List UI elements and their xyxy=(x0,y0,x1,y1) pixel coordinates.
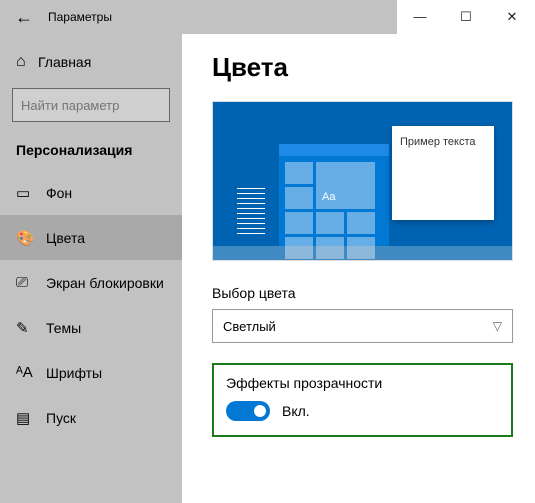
effects-title: Эффекты прозрачности xyxy=(226,375,499,391)
maximize-button[interactable]: ☐ xyxy=(443,0,489,34)
home-icon: ⌂ xyxy=(16,53,38,71)
sidebar-item-label: Цвета xyxy=(46,230,85,246)
back-button[interactable]: ← xyxy=(0,7,48,28)
lockscreen-icon: ⎚ xyxy=(16,274,46,291)
sidebar-item-background[interactable]: ▭ Фон xyxy=(0,170,182,215)
sidebar-item-label: Шрифты xyxy=(46,365,102,381)
search-box[interactable]: 🔍 xyxy=(12,88,170,122)
sidebar-item-fonts[interactable]: ᴬA Шрифты xyxy=(0,350,182,395)
color-choice-label: Выбор цвета xyxy=(212,285,513,301)
preview-ruler xyxy=(237,184,265,238)
minimize-button[interactable]: — xyxy=(397,0,443,34)
sidebar-home[interactable]: ⌂ Главная xyxy=(0,42,182,82)
preview-taskbar xyxy=(213,246,512,260)
toggle-state-label: Вкл. xyxy=(282,403,310,419)
sidebar-item-label: Экран блокировки xyxy=(46,275,164,291)
sidebar-item-label: Фон xyxy=(46,185,72,201)
sidebar-item-label: Пуск xyxy=(46,410,76,426)
content-area: Цвета Aa Пример текста Выбор цвета Светл… xyxy=(182,34,535,503)
preview-note: Пример текста xyxy=(392,126,494,220)
sidebar-item-colors[interactable]: 🎨 Цвета xyxy=(0,215,182,260)
fonts-icon: ᴬA xyxy=(16,364,46,381)
sidebar: ⌂ Главная 🔍 Персонализация ▭ Фон 🎨 Цвета… xyxy=(0,34,182,503)
sidebar-item-themes[interactable]: ✎ Темы xyxy=(0,305,182,350)
theme-preview: Aa Пример текста xyxy=(212,101,513,261)
window-title: Параметры xyxy=(48,10,397,24)
transparency-toggle[interactable] xyxy=(226,401,270,421)
color-mode-dropdown[interactable]: Светлый ▽ xyxy=(212,309,513,343)
sidebar-item-label: Темы xyxy=(46,320,81,336)
close-button[interactable]: ✕ xyxy=(489,0,535,34)
dropdown-value: Светлый xyxy=(223,319,276,334)
sidebar-item-start[interactable]: ▤ Пуск xyxy=(0,395,182,440)
preview-sample-text: Aa xyxy=(322,191,335,203)
transparency-effects-group: Эффекты прозрачности Вкл. xyxy=(212,363,513,437)
preview-window: Aa xyxy=(279,144,389,246)
search-input[interactable] xyxy=(21,98,197,113)
background-icon: ▭ xyxy=(16,184,46,202)
start-icon: ▤ xyxy=(16,409,46,427)
chevron-down-icon: ▽ xyxy=(493,319,502,333)
page-heading: Цвета xyxy=(212,52,513,83)
themes-icon: ✎ xyxy=(16,319,46,337)
sidebar-item-lockscreen[interactable]: ⎚ Экран блокировки xyxy=(0,260,182,305)
colors-icon: 🎨 xyxy=(16,229,46,247)
toggle-knob xyxy=(254,405,266,417)
section-header: Персонализация xyxy=(0,136,182,170)
home-label: Главная xyxy=(38,54,91,70)
